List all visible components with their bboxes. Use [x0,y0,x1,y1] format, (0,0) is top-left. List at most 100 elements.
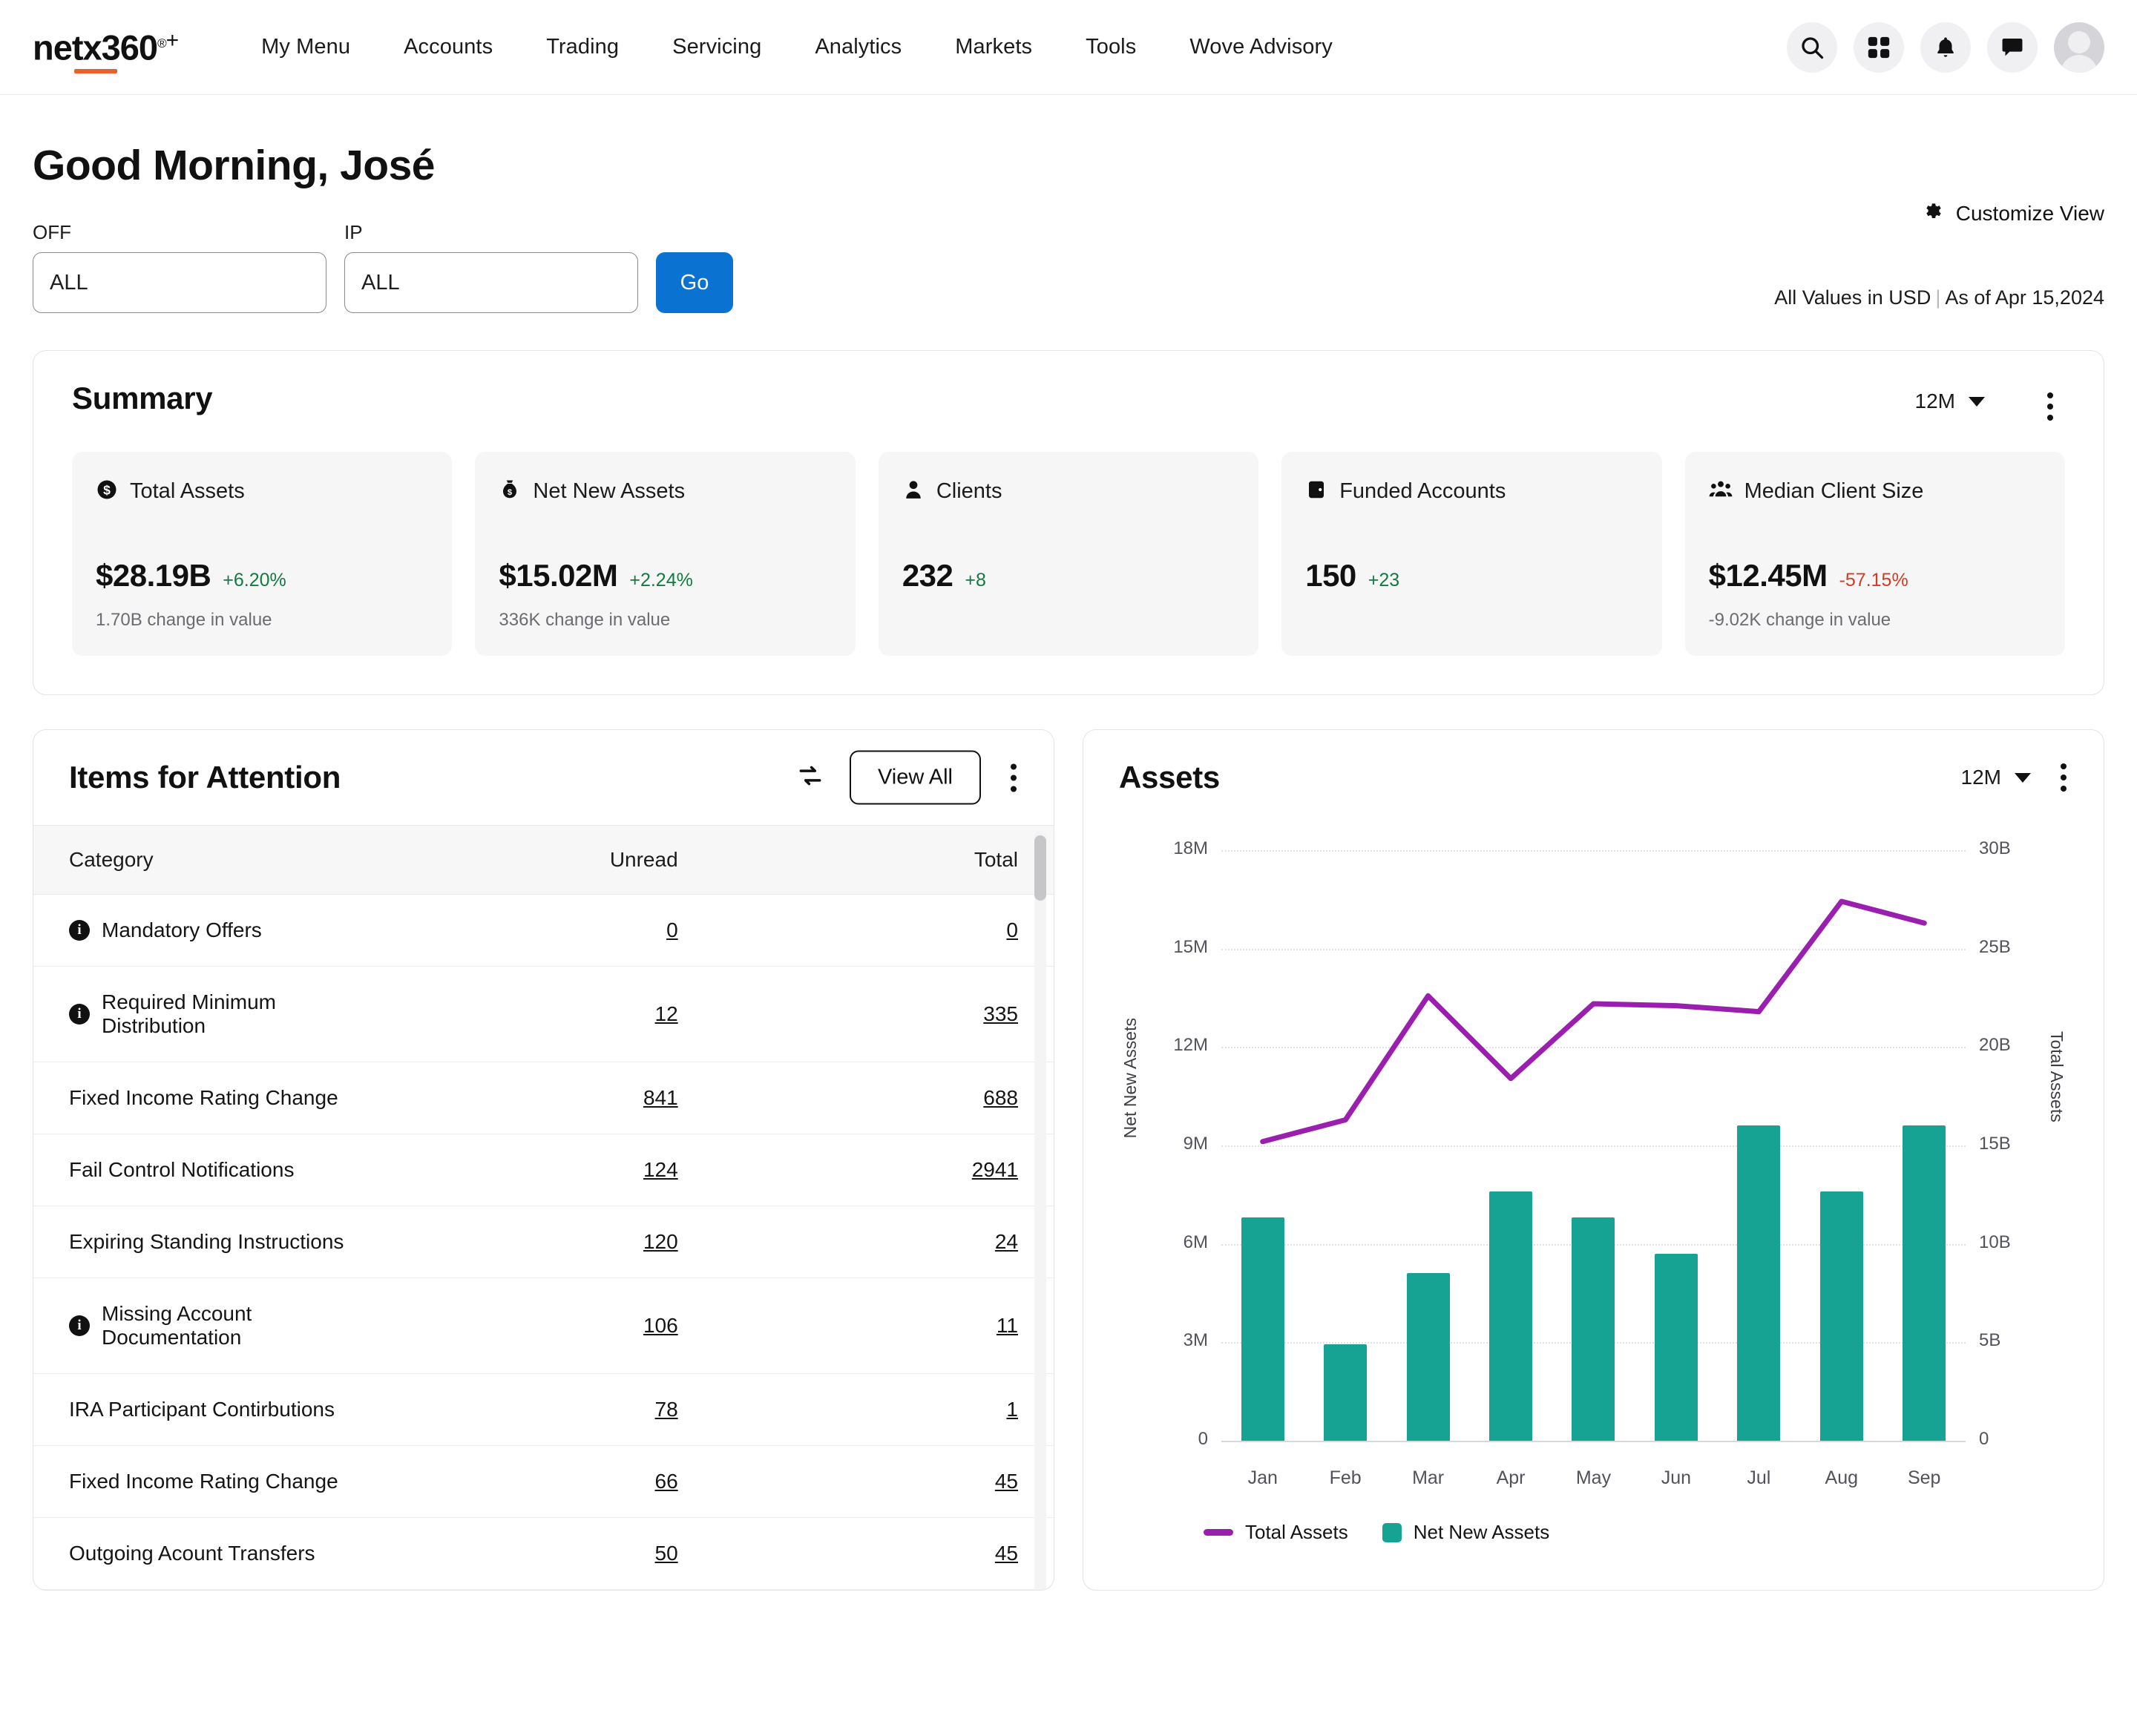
metric-header: Clients [902,479,1235,504]
go-button[interactable]: Go [656,252,733,313]
off-filter-group: OFF [33,221,326,313]
row-category: Mandatory Offers [102,918,262,941]
assets-chart[interactable]: Net New Assets Total Assets 0 0 3M 5B 6M 10B 9… [1116,832,2071,1500]
x-axis-label-jan: Jan [1247,1467,1278,1488]
right-axis-tick: 0 [1979,1429,1989,1449]
apps-grid-icon[interactable] [1854,22,1904,73]
person-icon [902,479,925,504]
row-total-link[interactable]: 1 [1006,1398,1018,1421]
kebab-dot [2047,392,2053,398]
nav-item-tools[interactable]: Tools [1059,35,1163,59]
metric-subtext: 336K change in value [499,610,671,630]
row-unread-link[interactable]: 12 [655,1002,678,1025]
kebab-dot [1011,786,1017,792]
items-overflow-menu-button[interactable] [1006,759,1021,796]
row-unread-link[interactable]: 0 [666,918,678,941]
metric-subtext: -9.02K change in value [1708,610,1891,630]
nav-item-trading[interactable]: Trading [519,35,646,59]
table-row[interactable]: Expiring Standing Instructions 120 24 [33,1206,1054,1278]
table-scrollbar-thumb[interactable] [1034,835,1046,901]
table-row[interactable]: Fixed Income Rating Change 66 45 [33,1445,1054,1518]
left-axis-tick: 12M [1173,1035,1208,1056]
table-row[interactable]: IRA Participant Contirbutions 78 1 [33,1373,1054,1446]
info-icon[interactable]: i [69,1004,90,1025]
table-row[interactable]: Outgoing Acount Transfers 50 45 [33,1517,1054,1590]
table-row[interactable]: i Missing Account Documentation 106 11 [33,1278,1054,1374]
customize-view-label: Customize View [1955,201,2104,225]
row-total-link[interactable]: 2941 [972,1158,1018,1181]
assets-range-dropdown[interactable]: 12M [1961,766,2031,789]
legend-item-total-assets[interactable]: Total Assets [1204,1521,1348,1544]
chevron-down-icon [2015,772,2031,783]
avatar[interactable] [2054,22,2104,73]
summary-range-dropdown[interactable]: 12M [1915,389,1985,413]
table-body: i Mandatory Offers 0 0 i Required Minimum … [33,894,1054,1590]
table-row[interactable]: i Mandatory Offers 0 0 [33,894,1054,967]
metric-value-row: $28.19B +6.20% [96,558,428,594]
summary-overflow-menu-button[interactable] [2041,387,2059,427]
row-total-link[interactable]: 0 [1006,918,1018,941]
items-table-scroll-region[interactable]: Category Unread Total i Mandatory Offers … [33,825,1054,1590]
left-axis-tick: 0 [1198,1429,1208,1449]
view-all-button[interactable]: View All [849,750,981,805]
refresh-icon[interactable] [796,762,824,794]
kebab-dot [1011,775,1017,780]
info-icon[interactable]: i [69,920,90,941]
table-row[interactable]: i Required Minimum Distribution 12 335 [33,966,1054,1062]
nav-item-markets[interactable]: Markets [928,35,1059,59]
legend-item-net-new-assets[interactable]: Net New Assets [1382,1521,1549,1544]
table-row[interactable]: Fixed Income Rating Change 841 688 [33,1062,1054,1134]
summary-range-value: 12M [1914,389,1955,412]
dashboard-lower-row: Items for Attention View All Category Un… [33,729,2104,1591]
nav-item-my-menu[interactable]: My Menu [234,35,377,59]
row-total-link[interactable]: 45 [995,1470,1018,1493]
row-total-link[interactable]: 688 [983,1086,1018,1109]
row-unread-link[interactable]: 50 [655,1542,678,1565]
nav-item-analytics[interactable]: Analytics [788,35,928,59]
metric-label: Total Assets [130,479,245,503]
off-filter-label: OFF [33,221,71,243]
nav-item-wove-advisory[interactable]: Wove Advisory [1163,35,1359,59]
right-axis-tick: 20B [1979,1035,2011,1056]
metric-header: $ Total Assets [96,479,428,504]
table-scrollbar-track[interactable] [1034,831,1046,1590]
off-filter-input[interactable] [33,252,326,313]
bell-icon[interactable] [1920,22,1971,73]
avatar-body [2061,54,2098,73]
info-icon[interactable]: i [69,1315,90,1336]
left-axis-tick: 15M [1173,936,1208,957]
total-assets-line[interactable] [1260,898,1927,1145]
row-total-link[interactable]: 45 [995,1542,1018,1565]
page-header: Good Morning, José Customize View All Va… [0,141,2137,315]
customize-view-button[interactable]: Customize View [1922,199,2104,228]
row-category: Expiring Standing Instructions [69,1230,344,1253]
kebab-dot [2061,775,2067,780]
row-unread-link[interactable]: 66 [655,1470,678,1493]
chat-icon[interactable] [1987,22,2038,73]
search-icon[interactable] [1787,22,1837,73]
row-total-link[interactable]: 24 [995,1230,1018,1253]
currency-and-date-note: All Values in USD | As of Apr 15,2024 [1774,286,2104,309]
netx360-logo[interactable]: netx360®+ [33,27,179,74]
row-unread-link[interactable]: 78 [655,1398,678,1421]
summary-metrics: $ Total Assets $28.19B +6.20% 1.70B chan… [72,452,2066,656]
row-total-link[interactable]: 335 [983,1002,1018,1025]
ip-filter-input[interactable] [344,252,638,313]
assets-chart-panel: Assets 12M Net New Assets Total Assets 0… [1083,729,2104,1591]
logo-text: netx360 [33,27,158,68]
row-unread-link[interactable]: 106 [643,1314,678,1337]
row-unread-link[interactable]: 841 [643,1086,678,1109]
column-header-category: Category [33,825,374,895]
row-unread-link[interactable]: 124 [643,1158,678,1181]
metric-label: Clients [936,479,1002,503]
row-total-link[interactable]: 11 [997,1314,1018,1337]
assets-overflow-menu-button[interactable] [2056,759,2071,796]
metric-delta: +23 [1368,570,1400,591]
table-header-row: Category Unread Total [33,825,1054,895]
nav-item-accounts[interactable]: Accounts [377,35,519,59]
left-axis-tick: 6M [1183,1232,1208,1252]
nav-item-servicing[interactable]: Servicing [646,35,788,59]
table-row[interactable]: Fail Control Notifications 124 2941 [33,1134,1054,1206]
row-unread-link[interactable]: 120 [643,1230,678,1253]
metric-delta: -57.15% [1839,570,1908,591]
